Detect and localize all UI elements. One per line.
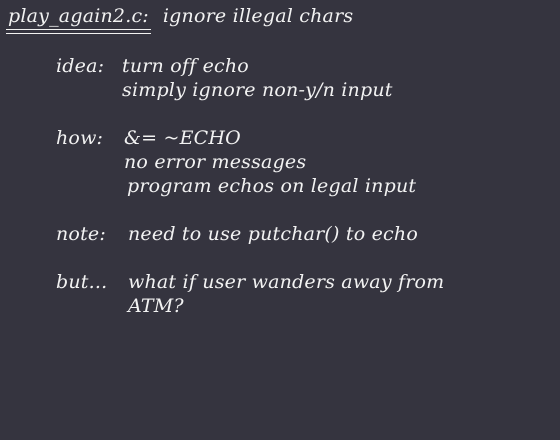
how-label: how:: [56, 127, 104, 149]
how-line-1: &= ~ECHO: [124, 127, 241, 149]
title-subtitle: ignore illegal chars: [162, 5, 354, 27]
how-line-3: program echos on legal input: [127, 175, 417, 197]
slide-title: play_again2.c: ignore illegal chars: [6, 4, 354, 34]
idea-label: idea:: [56, 55, 105, 77]
but-label: but...: [56, 271, 108, 293]
note-line-1: need to use putchar() to echo: [128, 223, 418, 245]
slide: play_again2.c: ignore illegal chars idea:…: [0, 0, 560, 440]
how-line-2: no error messages: [124, 151, 307, 173]
idea-line-2: simply ignore non-y/n input: [122, 79, 393, 101]
idea-line-1: turn off echo: [122, 55, 249, 77]
title-filename: play_again2.c:: [6, 4, 151, 34]
but-line-2: ATM?: [128, 295, 184, 317]
note-label: note:: [56, 223, 106, 245]
but-line-1: what if user wanders away from: [128, 271, 445, 293]
